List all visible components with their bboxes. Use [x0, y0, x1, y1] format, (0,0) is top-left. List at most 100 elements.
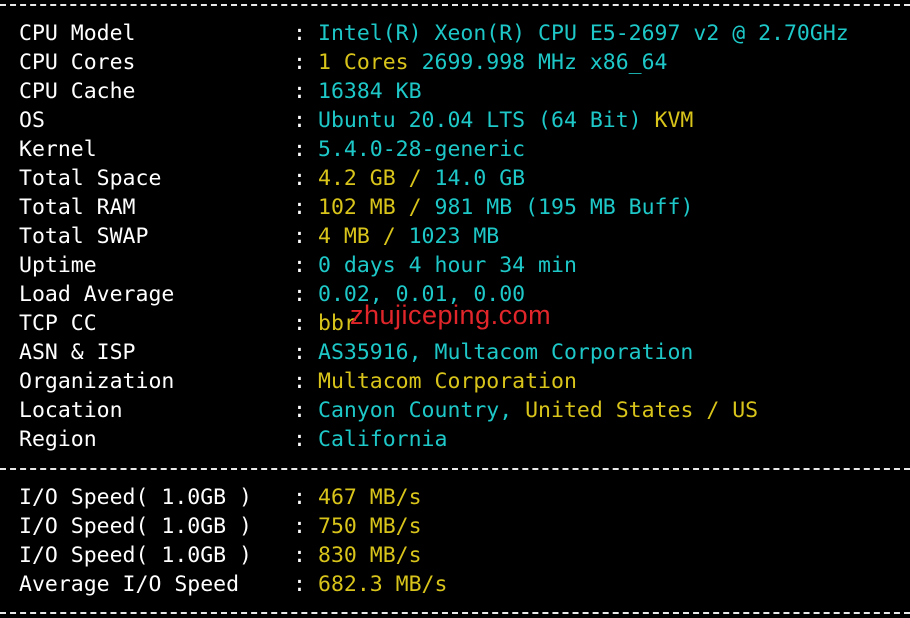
info-row: Kernel:5.4.0-28-generic [0, 135, 910, 164]
row-label: Uptime [19, 253, 97, 278]
watermark: zhujiceping.com [350, 300, 552, 330]
info-row: CPU Model: Intel(R) Xeon(R) CPU E5-2697 v… [0, 19, 910, 48]
divider-top [0, 4, 910, 6]
value-segment: Intel(R) Xeon(R) CPU E5-2697 v2 @ 2.70GH… [318, 21, 849, 46]
row-separator: : [293, 543, 306, 568]
value-segment: 467 MB/s [318, 485, 422, 510]
row-value: AS35916, Multacom Corporation [318, 338, 693, 367]
row-separator: : [293, 253, 306, 278]
row-value: 16384 KB [318, 77, 422, 106]
row-separator: : [293, 514, 306, 539]
value-segment: 16384 KB [318, 79, 422, 104]
row-separator: : [293, 224, 306, 249]
value-segment: 4.2 GB / [318, 166, 435, 191]
row-value: Multacom Corporation [318, 367, 577, 396]
row-label: CPU Model [19, 21, 136, 46]
row-value: 4.2 GB / 14.0 GB [318, 164, 525, 193]
row-label: I/O Speed( 1.0GB ) [19, 543, 252, 568]
row-separator: : [293, 572, 306, 597]
io-row: I/O Speed( 1.0GB ):750 MB/s [0, 512, 910, 541]
value-segment: AS35916, Multacom Corporation [318, 340, 694, 365]
row-separator: : [293, 398, 306, 423]
value-segment: 830 MB/s [318, 543, 422, 568]
value-segment: 981 MB (195 MB Buff) [434, 195, 694, 220]
info-row: Uptime:0 days 4 hour 34 min [0, 251, 910, 280]
row-separator: : [293, 79, 306, 104]
row-label: Load Average [19, 282, 175, 307]
value-segment: 14.0 GB [434, 166, 526, 191]
row-separator: : [293, 282, 306, 307]
io-row: I/O Speed( 1.0GB ):467 MB/s [0, 483, 910, 512]
info-row: ASN & ISP: AS35916, Multacom Corporation [0, 338, 910, 367]
row-value: 0 days 4 hour 34 min [318, 251, 577, 280]
row-label: I/O Speed( 1.0GB ) [19, 514, 252, 539]
row-label: Region [19, 427, 97, 452]
info-row: Total SWAP:4 MB / 1023 MB [0, 222, 910, 251]
row-separator: : [293, 166, 306, 191]
row-label: CPU Cores [19, 50, 136, 75]
io-row: Average I/O Speed:682.3 MB/s [0, 570, 910, 599]
info-row: OS: Ubuntu 20.04 LTS (64 Bit) KVM [0, 106, 910, 135]
row-separator: : [293, 137, 306, 162]
row-label: CPU Cache [19, 79, 136, 104]
row-value: 4 MB / 1023 MB [318, 222, 499, 251]
info-row: Total RAM:102 MB / 981 MB (195 MB Buff) [0, 193, 910, 222]
row-separator: : [293, 369, 306, 394]
terminal-output: CPU Model: Intel(R) Xeon(R) CPU E5-2697 v… [0, 0, 910, 618]
row-separator: : [293, 108, 306, 133]
row-separator: : [293, 427, 306, 452]
value-segment: 750 MB/s [318, 514, 422, 539]
row-label: Average I/O Speed [19, 572, 240, 597]
value-segment: 0 days 4 hour 34 min [318, 253, 577, 278]
info-row: Organization: Multacom Corporation [0, 367, 910, 396]
row-separator: : [293, 340, 306, 365]
row-value: Intel(R) Xeon(R) CPU E5-2697 v2 @ 2.70GH… [318, 19, 849, 48]
row-label: Total SWAP [19, 224, 149, 249]
info-row: CPU Cache:16384 KB [0, 77, 910, 106]
value-segment: KVM [654, 108, 694, 133]
info-row: Region: California [0, 425, 910, 454]
row-label: TCP CC [19, 311, 97, 336]
divider-middle [0, 468, 910, 470]
row-separator: : [293, 311, 306, 336]
row-value: Canyon Country, United States / US [318, 396, 758, 425]
row-label: Total Space [19, 166, 162, 191]
row-label: OS [19, 108, 45, 133]
value-segment: 4 MB / [318, 224, 409, 249]
value-segment: 1 Cores [318, 50, 422, 75]
row-value: 467 MB/s [318, 483, 422, 512]
row-label: I/O Speed( 1.0GB ) [19, 485, 252, 510]
value-segment: United States / US [525, 398, 759, 423]
row-value: 750 MB/s [318, 512, 422, 541]
info-row: Total Space:4.2 GB / 14.0 GB [0, 164, 910, 193]
row-separator: : [293, 21, 306, 46]
value-segment: 5.4.0-28-generic [318, 137, 526, 162]
row-label: ASN & ISP [19, 340, 136, 365]
row-value: Ubuntu 20.04 LTS (64 Bit) KVM [318, 106, 693, 135]
io-row: I/O Speed( 1.0GB ):830 MB/s [0, 541, 910, 570]
row-value: 102 MB / 981 MB (195 MB Buff) [318, 193, 693, 222]
row-label: Total RAM [19, 195, 136, 220]
row-value: 5.4.0-28-generic [318, 135, 525, 164]
value-segment: Multacom Corporation [318, 369, 577, 394]
row-separator: : [293, 50, 306, 75]
row-label: Location [19, 398, 123, 423]
row-separator: : [293, 195, 306, 220]
row-value: 830 MB/s [318, 541, 422, 570]
info-row: CPU Cores:1 Cores 2699.998 MHz x86_64 [0, 48, 910, 77]
row-value: California [318, 425, 447, 454]
row-label: Kernel [19, 137, 97, 162]
row-separator: : [293, 485, 306, 510]
value-segment: 2699.998 MHz x86_64 [421, 50, 668, 75]
value-segment: 682.3 MB/s [318, 572, 448, 597]
value-segment: Canyon Country, [318, 398, 526, 423]
row-label: Organization [19, 369, 175, 394]
value-segment: 1023 MB [408, 224, 500, 249]
value-segment: California [318, 427, 448, 452]
row-value: 1 Cores 2699.998 MHz x86_64 [318, 48, 668, 77]
row-value: 682.3 MB/s [318, 570, 447, 599]
value-segment: 102 MB / [318, 195, 435, 220]
info-row: Location: Canyon Country, United States /… [0, 396, 910, 425]
value-segment: Ubuntu 20.04 LTS (64 Bit) [318, 108, 655, 133]
divider-bottom [0, 612, 910, 614]
